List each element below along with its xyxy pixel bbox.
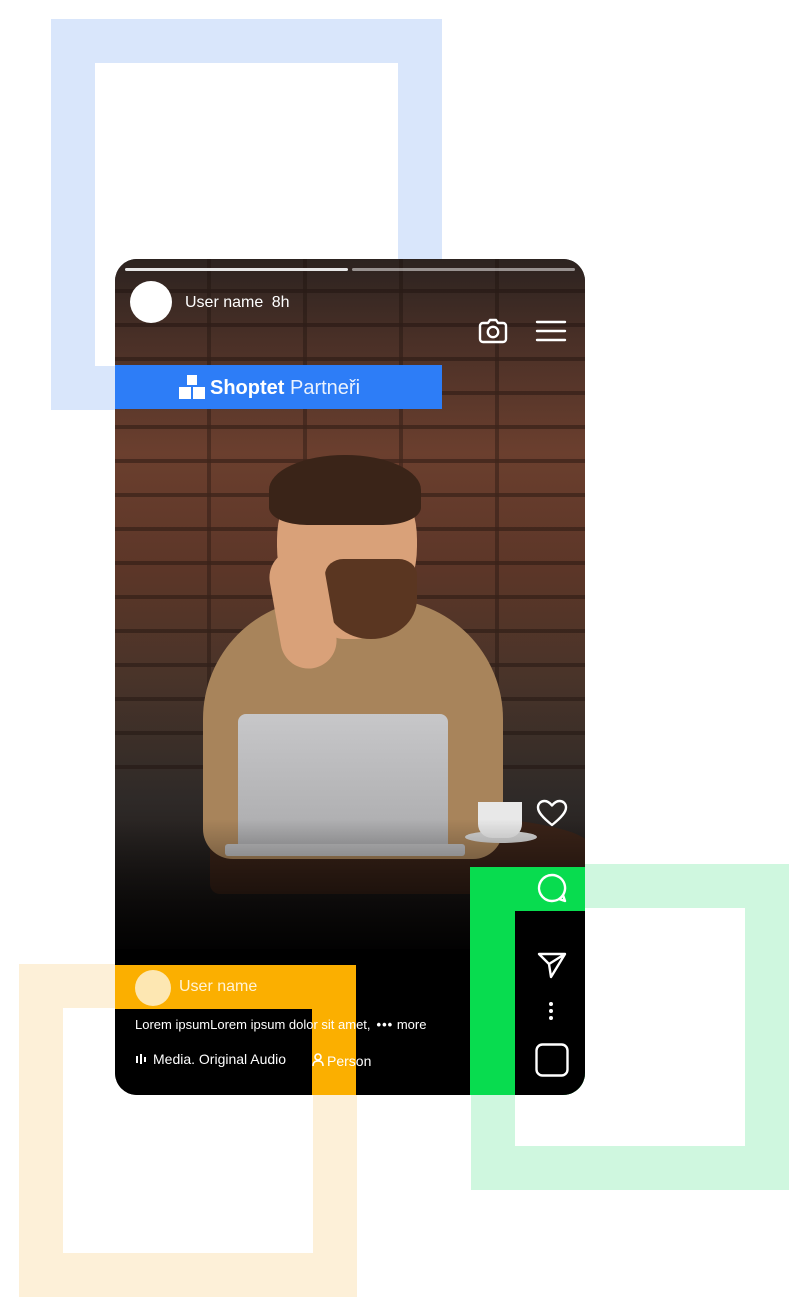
more-dots[interactable]: ••• — [377, 1017, 394, 1032]
audio-label[interactable]: Media. Original Audio — [135, 1051, 286, 1068]
man-beard — [325, 559, 417, 639]
caption-text: Lorem ipsumLorem ipsum dolor sit amet, — [135, 1017, 371, 1032]
story-progress-2 — [352, 268, 575, 271]
camera-icon[interactable] — [477, 316, 509, 351]
send-icon[interactable] — [537, 950, 567, 985]
comment-icon[interactable] — [536, 872, 568, 909]
time-ago: 8h — [271, 294, 290, 311]
story-phone-frame: User name 8h Shoptet Partneři User name … — [115, 259, 585, 1095]
menu-icon[interactable] — [535, 319, 567, 348]
story-progress-1 — [125, 268, 348, 271]
person-text: Person — [327, 1053, 372, 1069]
man-hair — [269, 455, 421, 525]
heart-icon[interactable] — [536, 799, 568, 832]
avatar[interactable] — [135, 970, 171, 1006]
person-tag[interactable]: Person — [312, 1053, 371, 1070]
brand-name-bold: Shoptet — [210, 377, 285, 399]
caption: Lorem ipsumLorem ipsum dolor sit amet, ••… — [135, 1017, 426, 1032]
avatar[interactable] — [130, 281, 172, 323]
username[interactable]: User name — [179, 978, 257, 996]
shoptet-logo-icon — [179, 375, 205, 404]
username: User name — [185, 294, 264, 311]
brand-name: Shoptet Partneři — [210, 377, 360, 400]
brand-banner: Shoptet Partneři — [115, 365, 442, 409]
more-link[interactable]: more — [397, 1017, 427, 1032]
more-vertical-icon[interactable] — [548, 1001, 554, 1026]
audio-text: Media. Original Audio — [153, 1051, 287, 1067]
brand-name-light: Partneři — [290, 377, 361, 399]
person-icon — [312, 1053, 324, 1070]
square-icon[interactable] — [535, 1043, 569, 1082]
story-header[interactable]: User name 8h — [185, 294, 290, 312]
audio-bars-icon — [135, 1052, 147, 1068]
